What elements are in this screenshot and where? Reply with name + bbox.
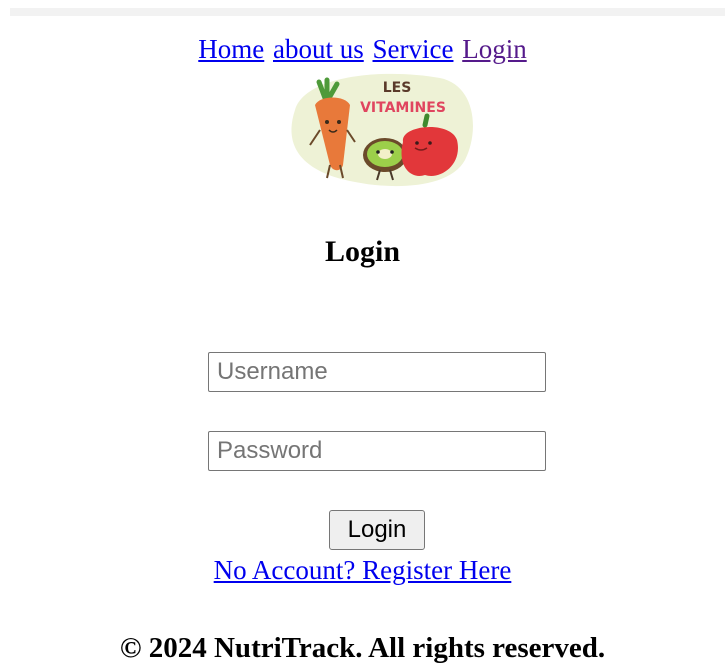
logo-image: LES VITAMINES [291, 73, 473, 187]
top-scroll-bar [10, 8, 725, 16]
logo-text-vitamines: VITAMINES [360, 100, 446, 116]
main-nav: Home about us Service Login [0, 32, 725, 66]
les-vitamines-logo: LES VITAMINES [275, 70, 480, 190]
nav-about-link[interactable]: about us [273, 34, 364, 64]
logo-text-les: LES [383, 80, 412, 96]
username-input[interactable] [208, 352, 546, 392]
password-input[interactable] [208, 431, 546, 471]
footer-copyright: © 2024 NutriTrack. All rights reserved. [119, 632, 606, 664]
page-title: Login [324, 235, 401, 268]
register-link-container: No Account? Register Here [0, 553, 725, 587]
login-button[interactable]: Login [329, 510, 425, 550]
nav-home-link[interactable]: Home [198, 34, 264, 64]
nav-login-link[interactable]: Login [462, 34, 527, 64]
nav-service-link[interactable]: Service [373, 34, 454, 64]
register-link[interactable]: No Account? Register Here [214, 555, 512, 585]
